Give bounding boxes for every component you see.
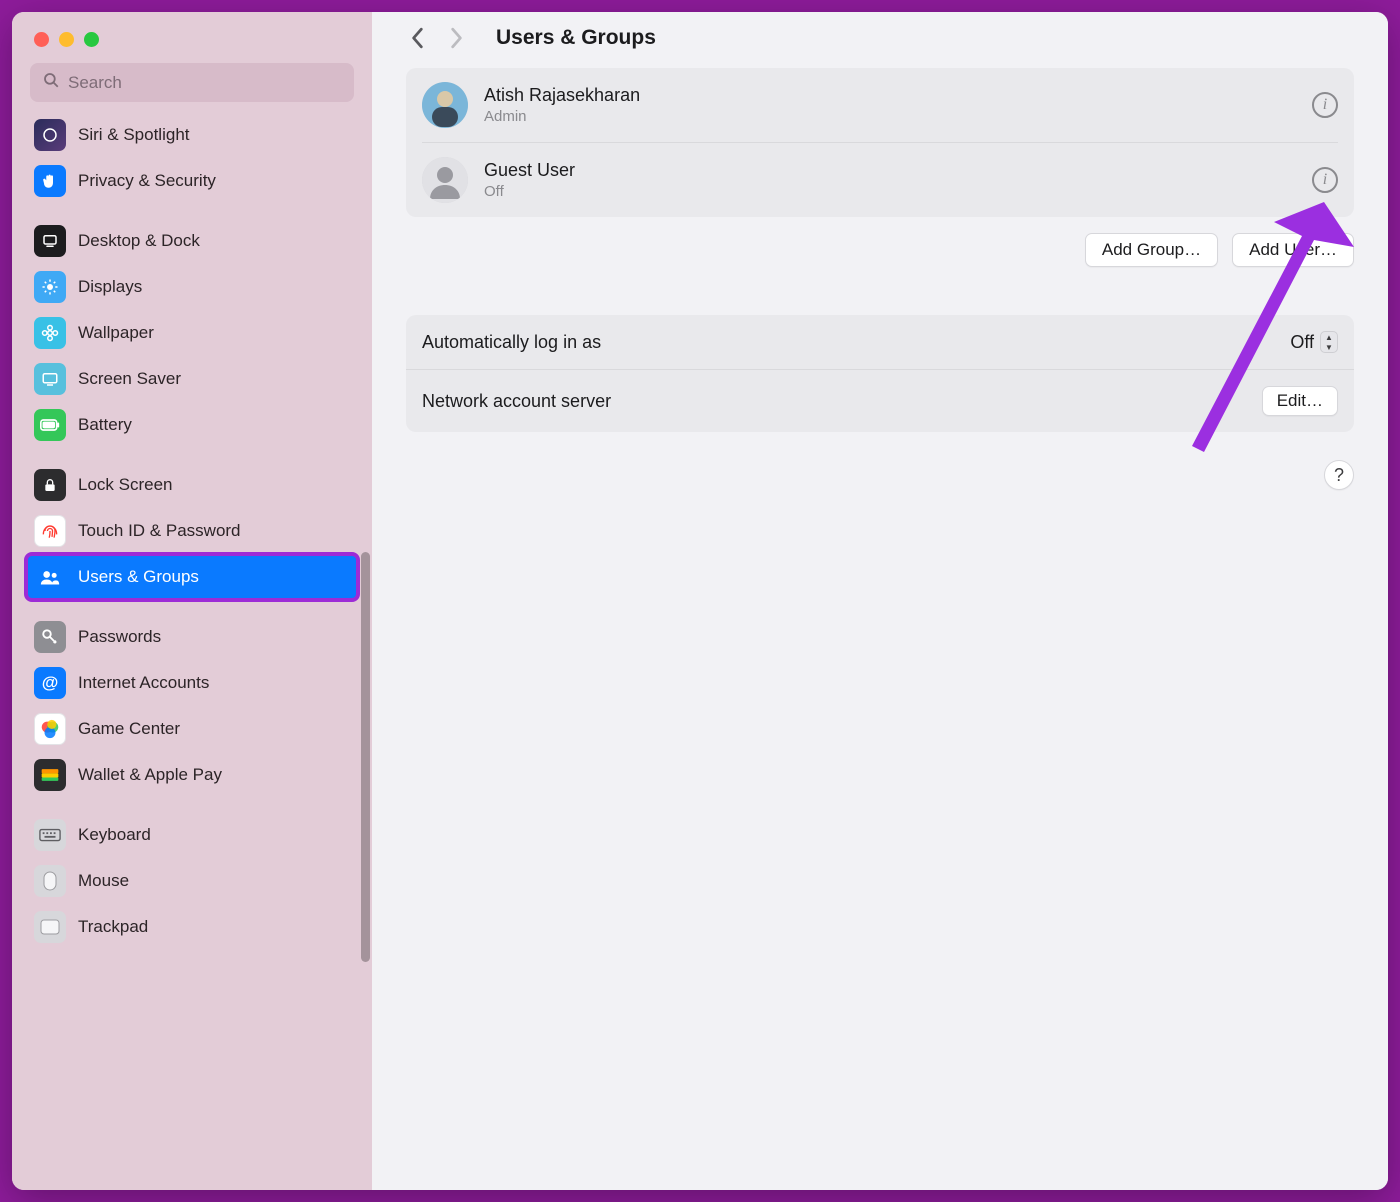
sidebar-item-users-groups[interactable]: Users & Groups: [26, 554, 358, 600]
help-button[interactable]: ?: [1324, 460, 1354, 490]
sidebar-item-label: Users & Groups: [78, 567, 199, 587]
screensaver-icon: [34, 363, 66, 395]
user-role: Admin: [484, 108, 1296, 125]
mouse-icon: [34, 865, 66, 897]
auto-login-value: Off: [1290, 332, 1314, 353]
trackpad-icon: [34, 911, 66, 943]
main-content: Users & Groups Atish Rajasekharan Admin …: [372, 12, 1388, 1190]
stepper-icon: ▲▼: [1320, 331, 1338, 353]
lock-icon: [34, 469, 66, 501]
sidebar-item-wallpaper[interactable]: Wallpaper: [26, 310, 358, 356]
sidebar-item-label: Trackpad: [78, 917, 148, 937]
avatar: [422, 157, 468, 203]
sidebar-item-mouse[interactable]: Mouse: [26, 858, 358, 904]
battery-icon: [34, 409, 66, 441]
sidebar-item-privacy[interactable]: Privacy & Security: [26, 158, 358, 204]
guest-info-button[interactable]: i: [1312, 167, 1338, 193]
sidebar-item-internet-accounts[interactable]: @ Internet Accounts: [26, 660, 358, 706]
at-icon: @: [34, 667, 66, 699]
network-server-row: Network account server Edit…: [406, 369, 1354, 432]
sidebar-item-label: Desktop & Dock: [78, 231, 200, 251]
auto-login-row: Automatically log in as Off ▲▼: [406, 315, 1354, 369]
sidebar-search[interactable]: [30, 63, 354, 102]
close-window-button[interactable]: [34, 32, 49, 47]
forward-button[interactable]: [444, 26, 468, 50]
sidebar-item-label: Screen Saver: [78, 369, 181, 389]
user-row: Atish Rajasekharan Admin i: [406, 68, 1354, 142]
window-controls: [12, 26, 372, 63]
add-user-button[interactable]: Add User…: [1232, 233, 1354, 267]
edit-network-button[interactable]: Edit…: [1262, 386, 1338, 416]
add-group-button[interactable]: Add Group…: [1085, 233, 1218, 267]
sidebar-item-label: Wallpaper: [78, 323, 154, 343]
wallet-icon: [34, 759, 66, 791]
login-settings-panel: Automatically log in as Off ▲▼ Network a…: [406, 315, 1354, 432]
search-icon: [42, 71, 60, 94]
sidebar-item-battery[interactable]: Battery: [26, 402, 358, 448]
sidebar-item-siri[interactable]: Siri & Spotlight: [26, 112, 358, 158]
users-panel: Atish Rajasekharan Admin i Guest User Of…: [406, 68, 1354, 217]
minimize-window-button[interactable]: [59, 32, 74, 47]
zoom-window-button[interactable]: [84, 32, 99, 47]
brightness-icon: [34, 271, 66, 303]
sidebar-item-trackpad[interactable]: Trackpad: [26, 904, 358, 950]
keyboard-icon: [34, 819, 66, 851]
sidebar-item-desktop-dock[interactable]: Desktop & Dock: [26, 218, 358, 264]
hand-icon: [34, 165, 66, 197]
sidebar-item-label: Keyboard: [78, 825, 151, 845]
sidebar-item-screen-saver[interactable]: Screen Saver: [26, 356, 358, 402]
sidebar-item-touch-id[interactable]: Touch ID & Password: [26, 508, 358, 554]
sidebar-item-label: Passwords: [78, 627, 161, 647]
sidebar-item-label: Wallet & Apple Pay: [78, 765, 222, 785]
flower-icon: [34, 317, 66, 349]
sidebar-list[interactable]: Siri & Spotlight Privacy & Security Desk…: [12, 112, 372, 1190]
sidebar-item-game-center[interactable]: Game Center: [26, 706, 358, 752]
key-icon: [34, 621, 66, 653]
sidebar-item-label: Mouse: [78, 871, 129, 891]
sidebar-item-passwords[interactable]: Passwords: [26, 614, 358, 660]
sidebar-item-lock-screen[interactable]: Lock Screen: [26, 462, 358, 508]
sidebar-item-label: Displays: [78, 277, 142, 297]
sidebar-item-label: Lock Screen: [78, 475, 173, 495]
search-input[interactable]: [68, 73, 342, 93]
user-actions: Add Group… Add User…: [406, 233, 1354, 267]
sidebar: Siri & Spotlight Privacy & Security Desk…: [12, 12, 372, 1190]
user-role: Off: [484, 183, 1296, 200]
fingerprint-icon: [34, 515, 66, 547]
sidebar-item-label: Siri & Spotlight: [78, 125, 190, 145]
game-center-icon: [34, 713, 66, 745]
titlebar: Users & Groups: [406, 26, 1354, 68]
sidebar-item-keyboard[interactable]: Keyboard: [26, 812, 358, 858]
auto-login-label: Automatically log in as: [422, 332, 601, 353]
sidebar-item-label: Internet Accounts: [78, 673, 209, 693]
sidebar-item-label: Touch ID & Password: [78, 521, 241, 541]
user-name: Atish Rajasekharan: [484, 85, 1296, 106]
sidebar-scrollbar[interactable]: [361, 552, 370, 962]
sidebar-item-label: Privacy & Security: [78, 171, 216, 191]
dock-icon: [34, 225, 66, 257]
sidebar-item-label: Battery: [78, 415, 132, 435]
back-button[interactable]: [406, 26, 430, 50]
users-icon: [34, 561, 66, 593]
sidebar-item-label: Game Center: [78, 719, 180, 739]
user-info-button[interactable]: i: [1312, 92, 1338, 118]
siri-icon: [34, 119, 66, 151]
user-row: Guest User Off i: [406, 143, 1354, 217]
sidebar-item-wallet[interactable]: Wallet & Apple Pay: [26, 752, 358, 798]
settings-window: Siri & Spotlight Privacy & Security Desk…: [12, 12, 1388, 1190]
user-name: Guest User: [484, 160, 1296, 181]
network-server-label: Network account server: [422, 391, 611, 412]
page-title: Users & Groups: [496, 26, 656, 50]
avatar: [422, 82, 468, 128]
auto-login-select[interactable]: Off ▲▼: [1290, 331, 1338, 353]
sidebar-item-displays[interactable]: Displays: [26, 264, 358, 310]
